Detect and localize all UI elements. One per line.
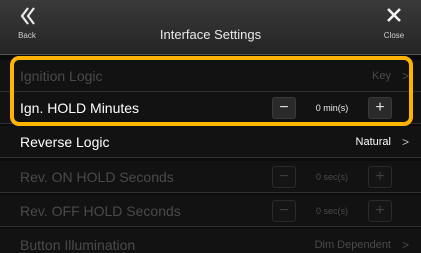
chevron-right-icon: >: [401, 135, 409, 149]
setting-label: Rev. OFF HOLD Seconds: [20, 203, 181, 219]
stepper-value: 0 sec(s): [315, 172, 348, 182]
setting-row-ignition-logic[interactable]: Ignition Logic Key >: [0, 60, 421, 92]
close-button[interactable]: Close: [373, 3, 415, 49]
setting-row-button-illumination[interactable]: Button Illumination Dim Dependent >: [0, 229, 421, 253]
decrement-button[interactable]: −: [272, 200, 296, 222]
increment-button[interactable]: +: [368, 166, 392, 188]
setting-value: Key: [372, 70, 391, 82]
back-button[interactable]: Back: [6, 3, 48, 49]
setting-label: Ign. HOLD Minutes: [20, 100, 140, 116]
decrement-button[interactable]: −: [272, 166, 296, 188]
chevron-right-icon: >: [401, 69, 409, 83]
decrement-button[interactable]: −: [272, 97, 296, 119]
increment-button[interactable]: +: [368, 200, 392, 222]
setting-row-ign-hold-minutes: Ign. HOLD Minutes − 0 min(s) +: [0, 92, 421, 124]
setting-label: Rev. ON HOLD Seconds: [20, 169, 174, 185]
setting-row-rev-off-hold-seconds: Rev. OFF HOLD Seconds − 0 sec(s) +: [0, 195, 421, 227]
setting-value: Natural: [355, 136, 391, 148]
header-bar: Back Interface Settings Close: [0, 0, 421, 55]
close-icon: [387, 8, 401, 22]
setting-row-reverse-logic[interactable]: Reverse Logic Natural >: [0, 126, 421, 158]
close-label: Close: [383, 31, 405, 40]
setting-label: Reverse Logic: [20, 134, 110, 150]
setting-row-rev-on-hold-seconds: Rev. ON HOLD Seconds − 0 sec(s) +: [0, 161, 421, 193]
double-chevron-left-icon: [20, 7, 35, 25]
setting-value: Dim Dependent: [314, 239, 391, 251]
setting-label: Ignition Logic: [20, 68, 103, 84]
page-title: Interface Settings: [159, 27, 262, 42]
interface-settings-screen: Back Interface Settings Close Ignition L…: [0, 0, 421, 253]
setting-label: Button Illumination: [20, 237, 136, 253]
stepper-value: 0 min(s): [315, 103, 349, 113]
chevron-right-icon: >: [401, 238, 409, 252]
stepper-value: 0 sec(s): [315, 206, 348, 216]
increment-button[interactable]: +: [368, 97, 392, 119]
